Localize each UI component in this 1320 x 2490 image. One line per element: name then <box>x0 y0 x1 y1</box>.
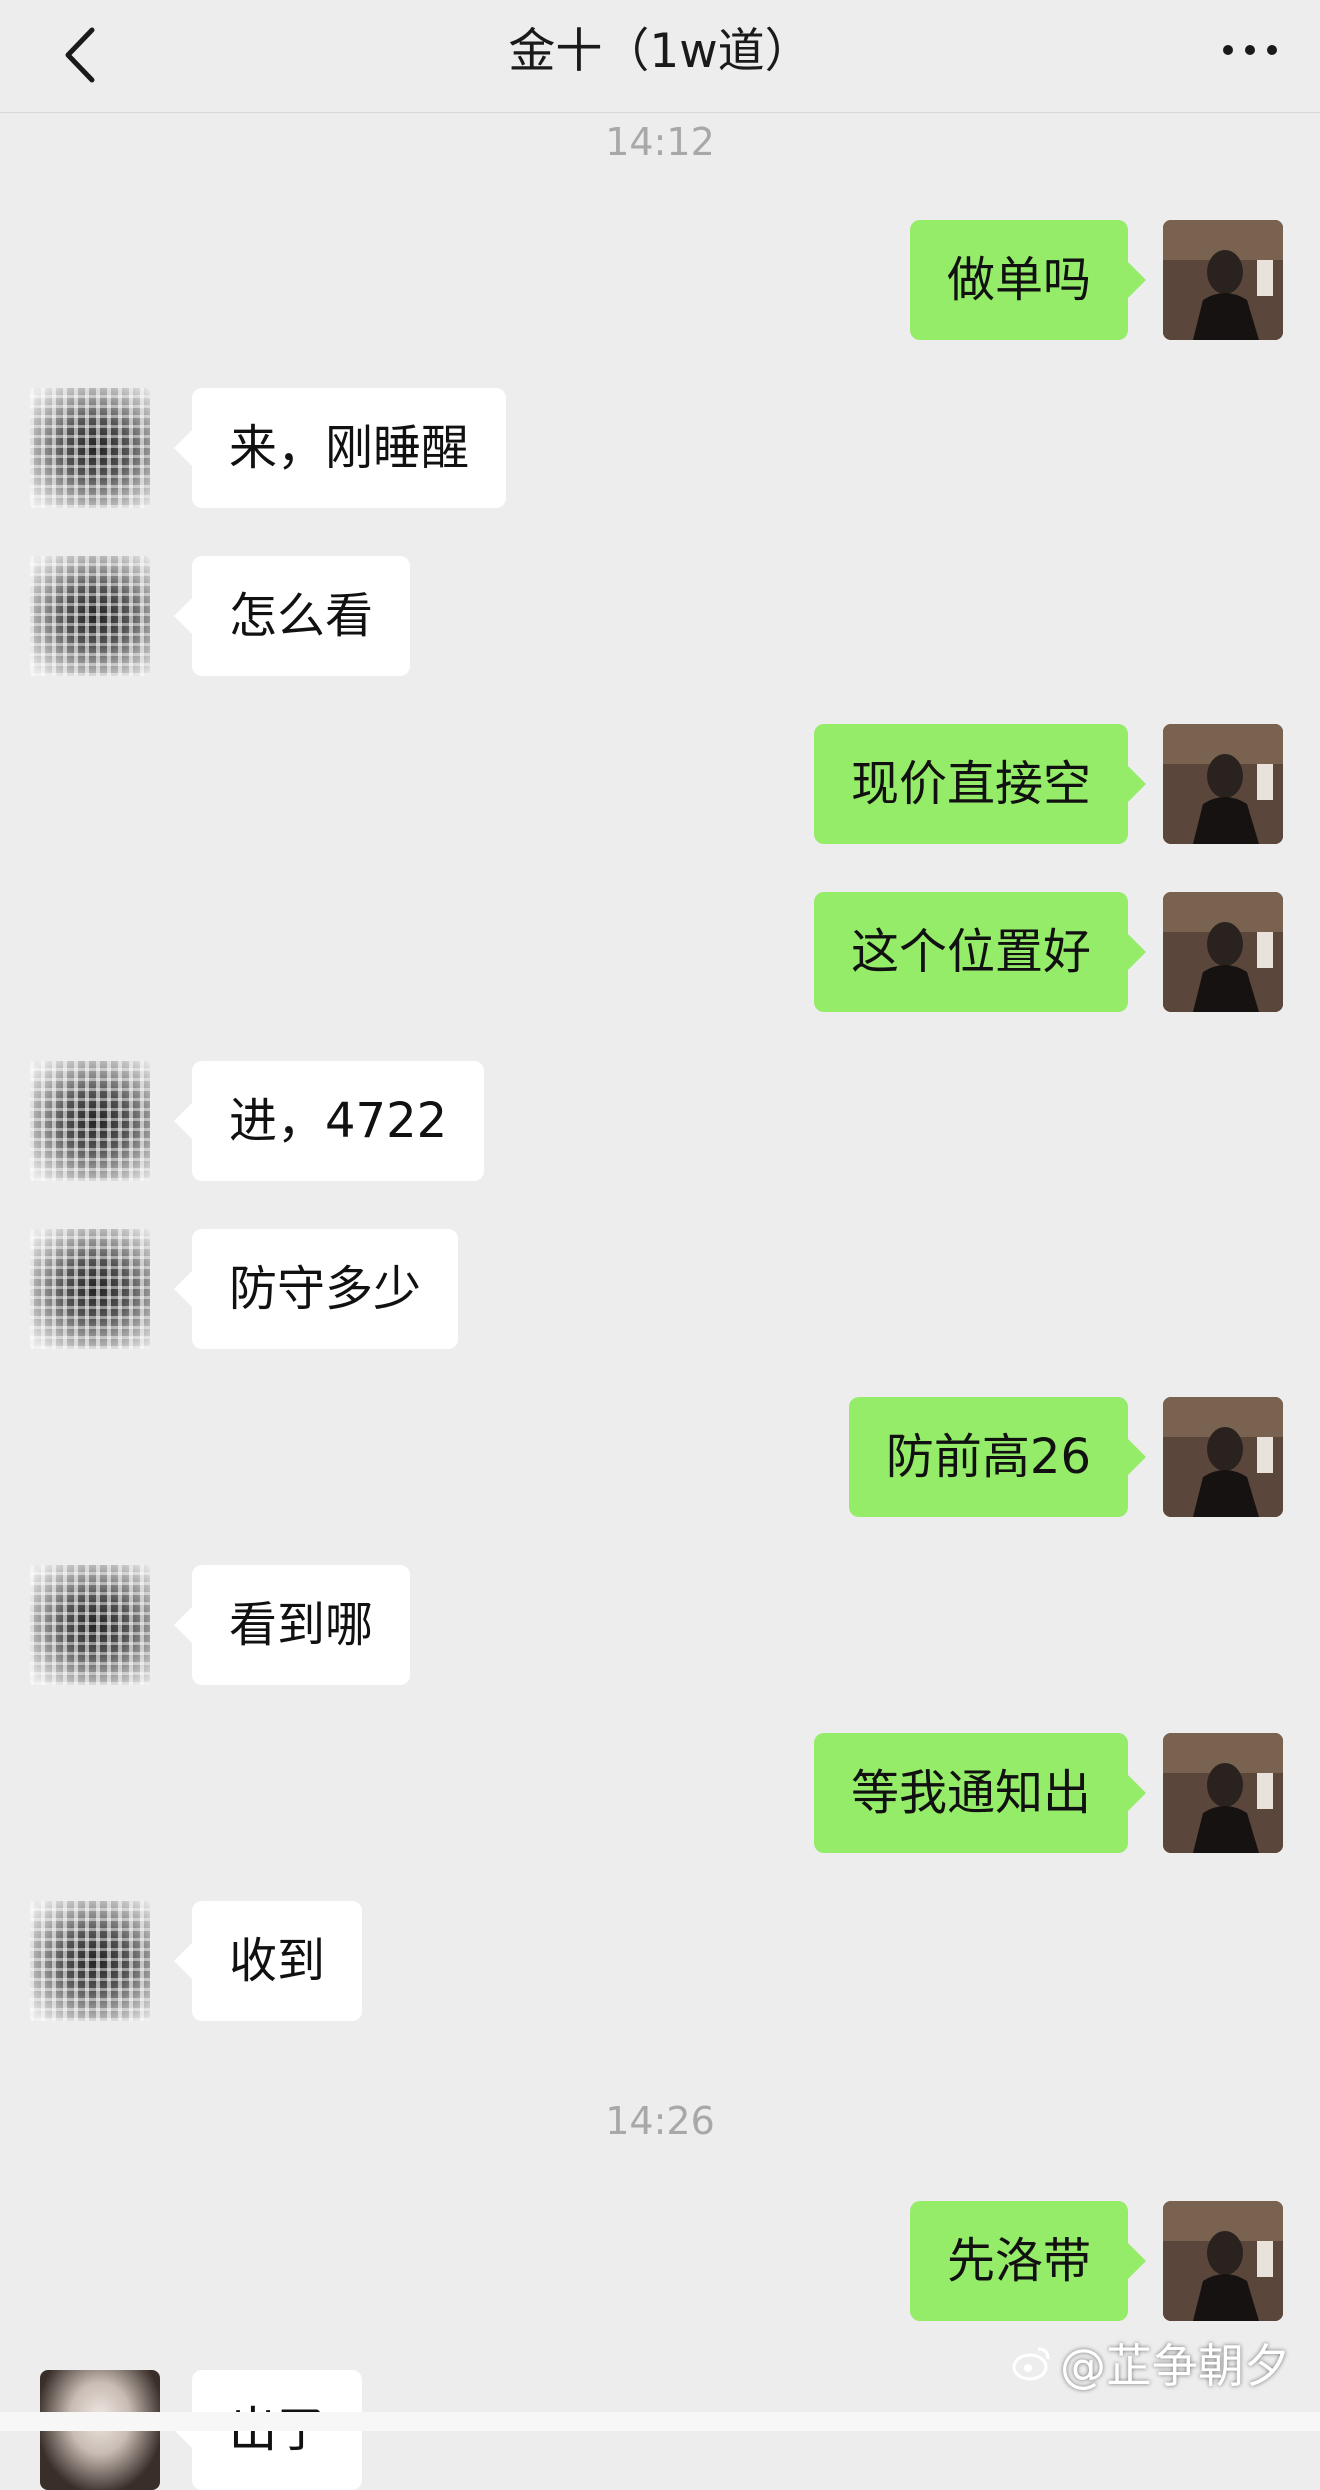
message-bubble-sent[interactable]: 这个位置好 <box>813 892 1147 1012</box>
timestamp: 14:12 <box>605 120 715 164</box>
bottom-bar <box>0 2412 1320 2431</box>
contact-avatar[interactable] <box>30 1229 150 1349</box>
more-dots-icon[interactable] <box>1220 40 1280 60</box>
message-bubble-received[interactable]: 来，刚睡醒 <box>173 388 507 508</box>
my-avatar[interactable] <box>1163 220 1283 340</box>
contact-avatar[interactable] <box>30 1901 150 2021</box>
contact-avatar[interactable] <box>30 556 150 676</box>
message-bubble-sent[interactable]: 做单吗 <box>909 220 1147 340</box>
watermark-text: @芷争朝夕 <box>1060 2339 1290 2393</box>
message-bubble-received[interactable]: 进，4722 <box>173 1061 485 1181</box>
my-avatar[interactable] <box>1163 2201 1283 2321</box>
my-avatar[interactable] <box>1163 1733 1283 1853</box>
message-bubble-sent[interactable]: 先洛带 <box>909 2201 1147 2321</box>
message-bubble-received[interactable]: 收到 <box>173 1901 363 2021</box>
timestamp: 14:26 <box>605 2099 715 2143</box>
contact-avatar[interactable] <box>30 1061 150 1181</box>
message-bubble-received[interactable]: 怎么看 <box>173 556 411 676</box>
message-bubble-received[interactable]: 看到哪 <box>173 1565 411 1685</box>
contact-avatar[interactable] <box>30 388 150 508</box>
message-bubble-sent[interactable]: 等我通知出 <box>813 1733 1147 1853</box>
weibo-icon <box>1012 2347 1050 2381</box>
message-bubble-sent[interactable]: 现价直接空 <box>813 724 1147 844</box>
watermark: @芷争朝夕 <box>1010 2330 1290 2396</box>
contact-avatar[interactable] <box>30 1565 150 1685</box>
my-avatar[interactable] <box>1163 724 1283 844</box>
message-bubble-sent[interactable]: 防前高26 <box>848 1397 1147 1517</box>
chat-header: 金十（1w道） <box>0 0 1320 113</box>
my-avatar[interactable] <box>1163 1397 1283 1517</box>
chat-title: 金十（1w道） <box>508 24 812 79</box>
my-avatar[interactable] <box>1163 892 1283 1012</box>
message-bubble-received[interactable]: 防守多少 <box>173 1229 459 1349</box>
